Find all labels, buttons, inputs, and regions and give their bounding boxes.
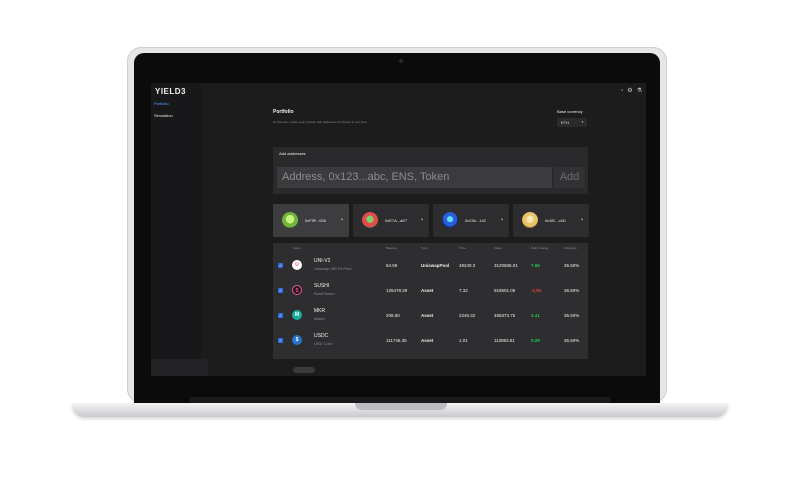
wallet-avatar	[442, 212, 458, 228]
col-header-balance[interactable]: Balance	[386, 246, 397, 250]
col-header-asset[interactable]: Asset	[293, 246, 301, 250]
asset-value: 3120665.01	[494, 263, 518, 268]
table-row[interactable]: ✓ $ USDC USD Coin 111746.35 Asset 1.01 1…	[273, 330, 588, 355]
camera-icon	[399, 59, 403, 63]
row-checkbox[interactable]: ✓	[278, 288, 283, 293]
asset-balance: 125478.29	[386, 288, 408, 293]
asset-allocation: 36.50%	[564, 288, 580, 293]
row-checkbox[interactable]: ✓	[278, 263, 283, 268]
asset-price: 2245.32	[459, 313, 476, 318]
wallet-menu-dot[interactable]: •	[421, 217, 423, 223]
app-logo: YIELD3	[155, 87, 187, 96]
asset-name: USD Coin	[314, 341, 332, 346]
asset-daily-change: 7.69	[531, 263, 540, 268]
chevron-down-icon: ▼	[581, 120, 584, 124]
asset-value: 918501.08	[494, 288, 516, 293]
scroll-handle[interactable]	[293, 367, 315, 373]
uniswap-icon: U	[292, 260, 302, 270]
base-currency-label: Base currency	[557, 109, 583, 114]
row-checkbox[interactable]: ✓	[278, 338, 283, 343]
asset-allocation: 36.50%	[564, 338, 580, 343]
sidebar-item-portfolio[interactable]: Portfolio	[154, 101, 169, 106]
add-addresses-panel: Add addresses Address, 0x123...abc, ENS,…	[273, 147, 588, 194]
asset-type: UniswapPool	[421, 263, 450, 268]
col-header-value[interactable]: Value	[494, 246, 501, 250]
maker-icon: M	[292, 310, 302, 320]
square-icon[interactable]: ▫	[621, 88, 623, 94]
asset-value: 468373.75	[494, 313, 516, 318]
wallet-address: 0xF9F...006	[305, 218, 326, 223]
sidebar: YIELD3 Portfolio Simulation	[151, 83, 208, 376]
wallet-address: 0x3fC...c0D	[545, 218, 566, 223]
add-addresses-title: Add addresses	[279, 151, 306, 156]
col-header-allocation[interactable]: Allocation	[564, 246, 577, 250]
wallet-avatar	[282, 212, 298, 228]
gear-icon[interactable]: ⚙	[627, 88, 632, 94]
asset-daily-change: -1.81	[531, 288, 542, 293]
asset-allocation: 36.50%	[564, 263, 580, 268]
asset-symbol: USDC	[314, 333, 329, 339]
wallet-avatar	[362, 212, 378, 228]
address-input[interactable]: Address, 0x123...abc, ENS, Token	[277, 167, 552, 188]
asset-balance: 208.60	[386, 313, 400, 318]
wallet-card[interactable]: 0xF9F...006 •	[273, 204, 349, 237]
page-title: Portfolio	[273, 109, 294, 115]
col-header-daily-change[interactable]: Daily change	[531, 246, 548, 250]
table-row[interactable]: ✓ S SUSHI SushiToken 125478.29 Asset 7.3…	[273, 280, 588, 305]
asset-price: 7.32	[459, 288, 468, 293]
add-button[interactable]: Add	[554, 167, 585, 188]
top-toolbar: ▫ ⚙ ⚗	[621, 88, 642, 94]
asset-price: 48240.3	[459, 263, 476, 268]
col-header-type[interactable]: Type	[421, 246, 428, 250]
asset-daily-change: 0.29	[531, 338, 540, 343]
laptop-notch	[355, 403, 447, 410]
sidebar-item-simulation[interactable]: Simulation	[154, 113, 173, 118]
sushi-icon: S	[292, 285, 302, 295]
page-subtitle: Hi Normies, create your portfolio with a…	[273, 120, 370, 124]
app-screen: YIELD3 Portfolio Simulation ▫ ⚙ ⚗ Portfo…	[151, 83, 646, 376]
asset-name: SushiToken	[314, 291, 335, 296]
usdc-icon: $	[292, 335, 302, 345]
asset-price: 1.01	[459, 338, 468, 343]
wallet-avatar	[522, 212, 538, 228]
table-row[interactable]: ✓ U UNI-V2 Uniswap WETH Pool 64.69 Unisw…	[273, 255, 588, 280]
base-currency-value: ETH	[561, 120, 569, 125]
sidebar-footer	[151, 359, 208, 376]
wallet-address: 0x23b...142	[465, 218, 486, 223]
wallet-card[interactable]: 0x23b...142 •	[433, 204, 509, 237]
asset-balance: 111746.35	[386, 338, 407, 343]
base-currency-select[interactable]: ETH ▼	[557, 118, 587, 127]
asset-daily-change: 3.41	[531, 313, 540, 318]
flask-icon[interactable]: ⚗	[637, 88, 642, 94]
wallet-card[interactable]: 0x3fC...c0D •	[513, 204, 589, 237]
col-header-price[interactable]: Price	[459, 246, 466, 250]
asset-type: Asset	[421, 288, 434, 293]
asset-type: Asset	[421, 313, 434, 318]
row-checkbox[interactable]: ✓	[278, 313, 283, 318]
asset-value: 112863.81	[494, 338, 515, 343]
asset-name: Maker	[314, 316, 326, 321]
wallet-menu-dot[interactable]: •	[341, 217, 343, 223]
wallet-address: 0xE7A...aE7	[385, 218, 408, 223]
wallet-menu-dot[interactable]: •	[501, 217, 503, 223]
asset-symbol: UNI-V2	[314, 258, 331, 264]
asset-symbol: MKR	[314, 308, 326, 314]
assets-table: Asset Balance Type Price Value Daily cha…	[273, 243, 588, 359]
asset-balance: 64.69	[386, 263, 398, 268]
asset-name: Uniswap WETH Pool	[314, 266, 352, 271]
asset-allocation: 36.50%	[564, 313, 580, 318]
wallet-menu-dot[interactable]: •	[581, 217, 583, 223]
table-row[interactable]: ✓ M MKR Maker 208.60 Asset 2245.32 46837…	[273, 305, 588, 330]
asset-type: Asset	[421, 338, 434, 343]
wallet-card[interactable]: 0xE7A...aE7 •	[353, 204, 429, 237]
asset-symbol: SUSHI	[314, 283, 330, 289]
